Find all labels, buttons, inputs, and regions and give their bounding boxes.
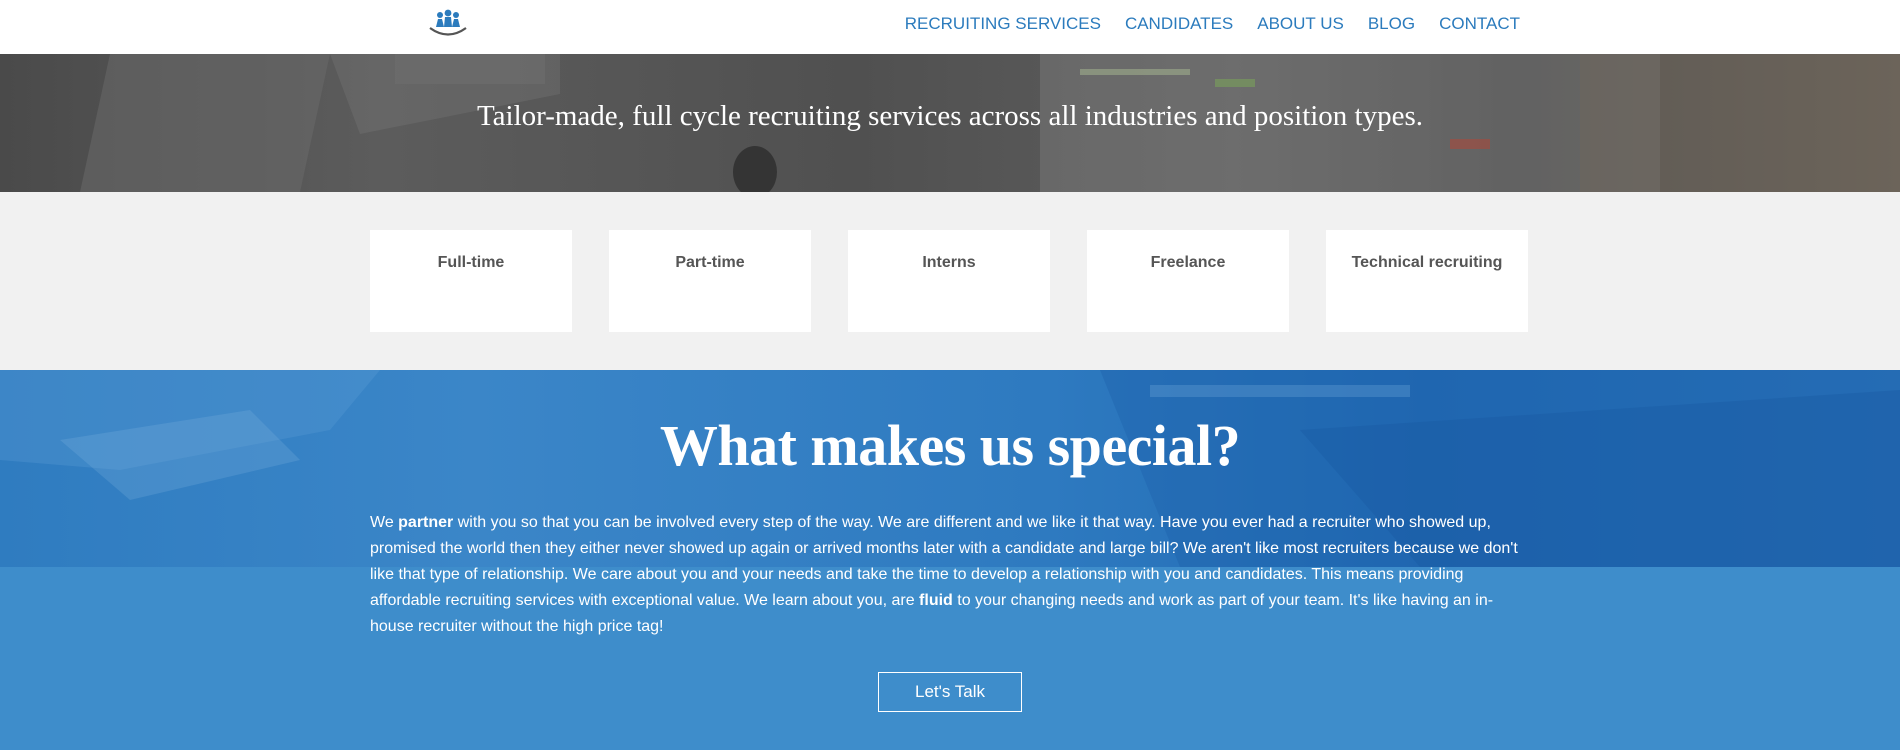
special-description: We partner with you so that you can be i…	[370, 510, 1530, 640]
special-text-bold-fluid: fluid	[919, 592, 953, 609]
service-card-part-time[interactable]: Part-time	[609, 230, 811, 332]
service-card-label: Interns	[922, 254, 976, 271]
lets-talk-button[interactable]: Let's Talk	[878, 672, 1022, 712]
nav-blog[interactable]: BLOG	[1356, 14, 1427, 34]
special-text-part: We	[370, 514, 399, 531]
service-card-label: Technical recruiting	[1351, 254, 1503, 271]
service-card-interns[interactable]: Interns	[848, 230, 1050, 332]
nav-about-us[interactable]: ABOUT US	[1245, 14, 1356, 34]
service-card-label: Freelance	[1150, 254, 1226, 271]
nav-candidates[interactable]: CANDIDATES	[1113, 14, 1245, 34]
main-nav: RECRUITING SERVICES CANDIDATES ABOUT US …	[893, 14, 1520, 34]
nav-recruiting-services[interactable]: RECRUITING SERVICES	[893, 14, 1113, 34]
service-card-label: Full-time	[437, 254, 505, 271]
site-header: RECRUITING SERVICES CANDIDATES ABOUT US …	[0, 0, 1900, 54]
hero-tagline: Tailor-made, full cycle recruiting servi…	[476, 100, 1424, 132]
service-card-label: Part-time	[675, 254, 745, 271]
service-cards: Full-time Part-time Interns Freelance Te…	[370, 230, 1528, 332]
special-text-bold-partner: partner	[398, 514, 454, 531]
services-section: Full-time Part-time Interns Freelance Te…	[0, 192, 1900, 370]
hero-banner: Tailor-made, full cycle recruiting servi…	[0, 54, 1900, 192]
service-card-technical-recruiting[interactable]: Technical recruiting	[1326, 230, 1528, 332]
people-group-logo-icon[interactable]	[427, 9, 469, 37]
nav-contact[interactable]: CONTACT	[1427, 14, 1520, 34]
service-card-freelance[interactable]: Freelance	[1087, 230, 1289, 332]
special-section: What makes us special? We partner with y…	[0, 370, 1900, 750]
service-card-full-time[interactable]: Full-time	[370, 230, 572, 332]
special-title: What makes us special?	[659, 413, 1241, 478]
